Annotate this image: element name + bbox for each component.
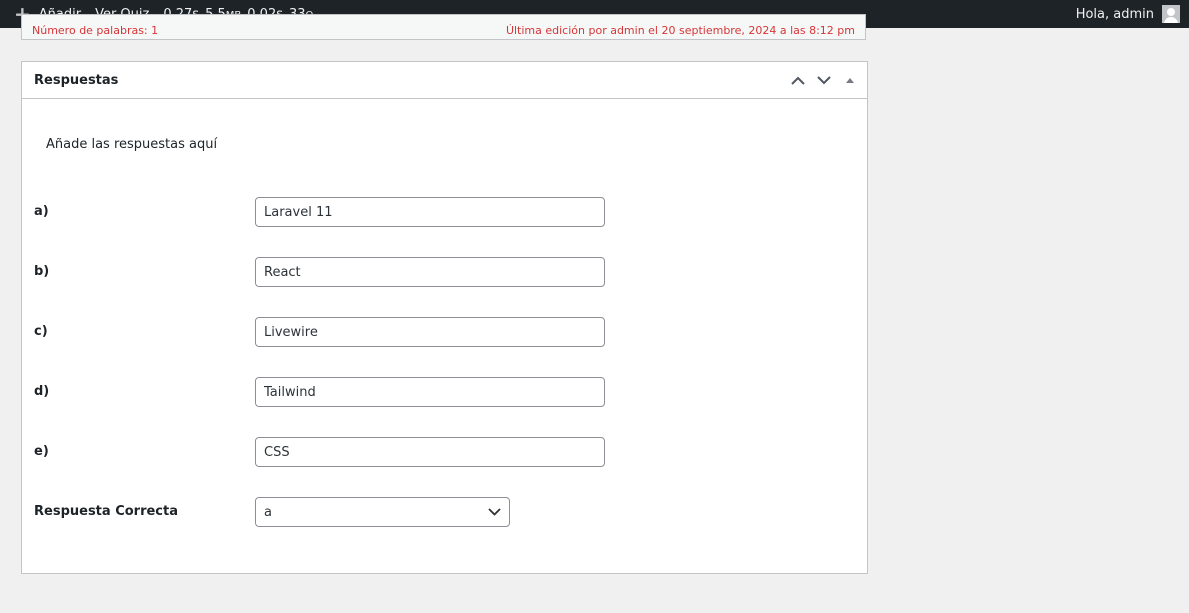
avatar [1162, 5, 1180, 23]
correct-answer-row: Respuesta Correcta a [34, 497, 854, 527]
word-count: Número de palabras: 1 [32, 24, 159, 37]
answer-input-e[interactable]: CSS [255, 437, 605, 467]
answer-label: e) [34, 444, 49, 459]
metabox-description: Añade las respuestas aquí [46, 137, 218, 152]
answer-input-b[interactable]: React [255, 257, 605, 287]
correct-answer-select[interactable]: a [255, 497, 510, 527]
answer-input-a[interactable]: Laravel 11 [255, 197, 605, 227]
my-account-menu[interactable]: Hola, admin [1069, 0, 1189, 28]
answer-label: a) [34, 204, 49, 219]
chevron-down-icon [817, 75, 831, 84]
last-edit-info: Última edición por admin el 20 septiembr… [505, 24, 855, 37]
answer-row-b: b) React [34, 257, 854, 287]
answer-row-a: a) Laravel 11 [34, 197, 854, 227]
correct-answer-label: Respuesta Correcta [34, 504, 178, 519]
answer-row-c: c) Livewire [34, 317, 854, 347]
chevron-down-icon [488, 508, 501, 516]
triangle-up-icon [846, 77, 854, 83]
answers-metabox: Respuestas Añade las respuestas aquí a) … [21, 61, 868, 574]
metabox-handle-actions [785, 67, 863, 93]
answer-label: d) [34, 384, 50, 399]
answer-label: b) [34, 264, 50, 279]
answer-input-c[interactable]: Livewire [255, 317, 605, 347]
selected-value: a [264, 504, 272, 520]
metabox-header: Respuestas [22, 62, 867, 99]
toggle-panel-button[interactable] [837, 67, 863, 93]
move-up-button[interactable] [785, 67, 811, 93]
editor-status-bar: Número de palabras: 1 Última edición por… [21, 14, 866, 40]
answer-row-e: e) CSS [34, 437, 854, 467]
answer-label: c) [34, 324, 48, 339]
metabox-title: Respuestas [34, 72, 119, 88]
chevron-up-icon [791, 76, 805, 85]
answer-row-d: d) Tailwind [34, 377, 854, 407]
answer-input-d[interactable]: Tailwind [255, 377, 605, 407]
greeting: Hola, admin [1075, 6, 1154, 22]
move-down-button[interactable] [811, 67, 837, 93]
